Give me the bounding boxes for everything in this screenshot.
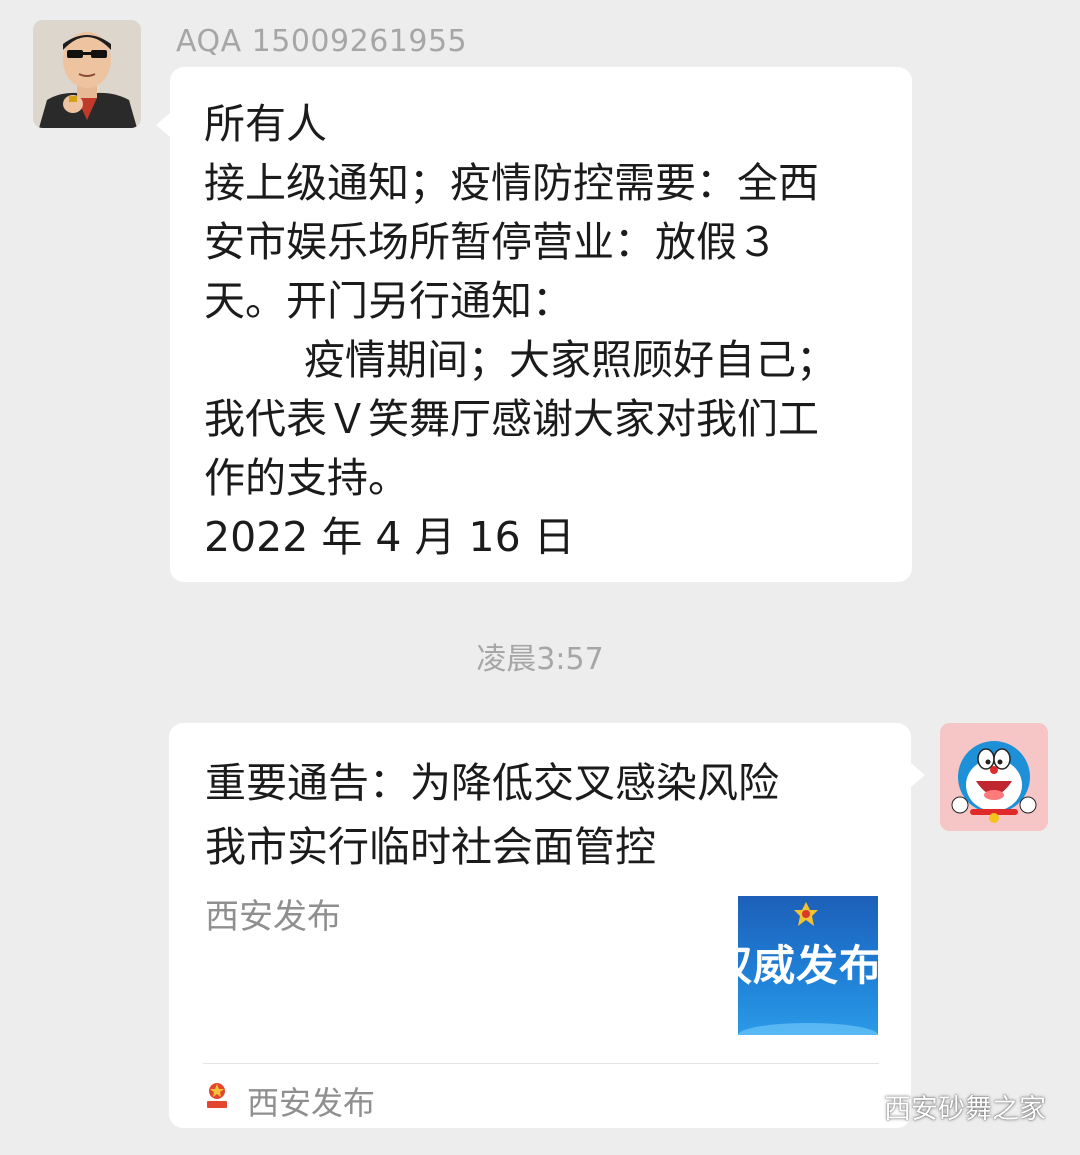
- article-source: 西安发布: [205, 897, 341, 937]
- article-title: 重要通告：为降低交叉感染风险 我市实行临时社会面管控: [205, 751, 885, 879]
- xian-fabu-logo-icon: [207, 1083, 227, 1108]
- article-card-bubble[interactable]: 重要通告：为降低交叉感染风险 我市实行临时社会面管控 西安发布 权威发布 西安发…: [169, 723, 925, 1128]
- message-line: 疫情期间；大家照顾好自己；: [304, 336, 837, 384]
- thumbnail-glow: [738, 1023, 878, 1035]
- cartoon-man-icon: [33, 20, 141, 128]
- incoming-message-bubble[interactable]: 所有人 接上级通知；疫情防控需要：全西 安市娱乐场所暂停营业：放假３ 天。开门另…: [156, 67, 912, 582]
- sender-name: AQA 15009261955: [176, 24, 468, 59]
- message-line: 作的支持。: [204, 454, 409, 502]
- self-avatar[interactable]: [940, 723, 1048, 831]
- doraemon-icon: [940, 723, 1048, 831]
- article-title-line: 重要通告：为降低交叉感染风险: [205, 759, 779, 807]
- message-line: 所有人: [204, 100, 327, 148]
- message-date-line: 2022 年 4 月 16 日: [204, 513, 575, 561]
- message-timestamp: 凌晨3:57: [476, 642, 604, 677]
- message-line: 我代表Ｖ笑舞厅感谢大家对我们工: [204, 395, 819, 443]
- watermark-text: 西安砂舞之家: [884, 1093, 1046, 1125]
- article-thumbnail: 权威发布: [738, 896, 878, 1035]
- thumbnail-caption: 权威发布: [738, 941, 878, 990]
- emblem-icon: [794, 902, 818, 926]
- official-account-name[interactable]: 西安发布: [247, 1078, 375, 1124]
- chat-window: AQA 15009261955 所有人 接上级通知；疫情防控需要：全西 安市娱乐…: [0, 0, 1080, 1155]
- watermark: 西安砂舞之家: [836, 1086, 1046, 1126]
- sender-avatar[interactable]: [33, 20, 141, 128]
- card-divider: [203, 1063, 879, 1064]
- message-line: 天。开门另行通知：: [204, 277, 573, 325]
- article-title-line: 我市实行临时社会面管控: [205, 823, 656, 871]
- message-line: 接上级通知；疫情防控需要：全西: [204, 159, 819, 207]
- message-line: 安市娱乐场所暂停营业：放假３: [204, 218, 778, 266]
- wechat-official-account-icon: [837, 1090, 876, 1121]
